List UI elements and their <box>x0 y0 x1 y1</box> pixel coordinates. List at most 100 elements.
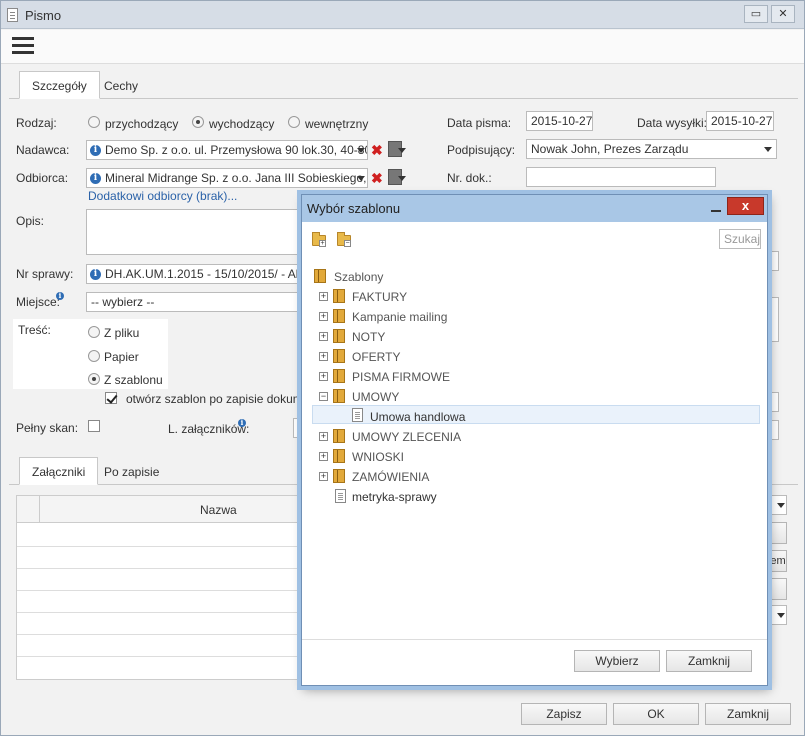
tree-item[interactable]: UMOWY ZLECENIA <box>352 430 461 444</box>
hidden-button[interactable] <box>769 522 787 544</box>
dialog-title: Wybór szablonu <box>307 201 401 216</box>
remove-badge-icon: − <box>344 240 351 247</box>
radio-papier[interactable] <box>88 350 100 362</box>
table-row <box>17 656 307 657</box>
nadawca-combo[interactable]: i Demo Sp. z o.o. ul. Przemysłowa 90 lok… <box>86 140 368 160</box>
chevron-down-icon[interactable] <box>398 176 406 181</box>
hidden-button-em[interactable]: em <box>769 550 787 572</box>
dialog-minimize-button[interactable] <box>709 202 723 214</box>
radio-z-szablonu[interactable] <box>88 373 100 385</box>
root-folder-icon <box>314 269 326 283</box>
chevron-down-icon[interactable] <box>357 148 365 153</box>
folder-icon <box>333 449 345 463</box>
miejsce-select[interactable]: -- wybierz -- <box>86 292 316 312</box>
chevron-down-icon[interactable] <box>777 613 785 618</box>
tab-zalaczniki[interactable]: Załączniki <box>19 457 99 485</box>
hidden-button[interactable] <box>769 578 787 600</box>
tree-item[interactable]: WNIOSKI <box>352 450 404 464</box>
nr-sprawy-label: Nr sprawy: <box>16 267 74 281</box>
collapse-icon[interactable]: − <box>319 392 328 401</box>
column-nazwa[interactable]: Nazwa <box>200 503 237 517</box>
folder-icon <box>333 369 345 383</box>
expand-icon[interactable]: + <box>319 432 328 441</box>
chevron-down-icon[interactable] <box>398 148 406 153</box>
tree-item[interactable]: OFERTY <box>352 350 400 364</box>
tree-item[interactable]: ZAMÓWIENIA <box>352 470 429 484</box>
tree-item[interactable]: FAKTURY <box>352 290 407 304</box>
hidden-select[interactable] <box>769 420 779 440</box>
opis-textarea[interactable] <box>86 209 316 255</box>
miejsce-label: Miejsce: <box>16 295 61 309</box>
radio-wewnetrzny[interactable] <box>288 116 300 128</box>
data-wysylki-input[interactable]: 2015-10-27 <box>706 111 774 131</box>
expand-icon[interactable]: + <box>319 472 328 481</box>
nr-dok-input[interactable] <box>526 167 716 187</box>
remove-icon[interactable]: ✖ <box>371 143 383 157</box>
info-icon: i <box>90 173 101 184</box>
radio-wewnetrzny-label: wewnętrzny <box>305 117 369 131</box>
info-icon: i <box>56 292 64 300</box>
dodatkowi-odbiorcy-link[interactable]: Dodatkowi odbiorcy (brak)... <box>88 189 237 203</box>
hidden-input[interactable] <box>769 297 779 342</box>
chevron-down-icon[interactable] <box>357 176 365 181</box>
pelny-skan-checkbox[interactable] <box>88 420 100 432</box>
podpisujacy-select[interactable]: Nowak John, Prezes Zarządu <box>526 139 777 159</box>
template-dialog: Wybór szablonu x + − Szukaj Szablony + F… <box>301 194 768 686</box>
otworz-szablon-checkbox[interactable] <box>105 392 117 404</box>
info-icon: i <box>90 269 101 280</box>
odbiorca-combo[interactable]: i Mineral Midrange Sp. z o.o. Jana III S… <box>86 168 368 188</box>
tab-szczegoly[interactable]: Szczegóły <box>19 71 100 99</box>
close-button[interactable]: ✕ <box>771 5 795 23</box>
table-row <box>17 612 307 613</box>
nr-sprawy-combo[interactable]: i DH.AK.UM.1.2015 - 15/10/2015/ - Akcep <box>86 264 316 284</box>
chevron-down-icon[interactable] <box>777 503 785 508</box>
tab-po-zapisie[interactable]: Po zapisie <box>91 457 172 485</box>
radio-przychodzacy[interactable] <box>88 116 100 128</box>
add-badge-icon: + <box>319 240 326 247</box>
tree-item[interactable]: PISMA FIRMOWE <box>352 370 450 384</box>
dialog-footer-divider <box>302 639 767 640</box>
folder-icon <box>333 469 345 483</box>
expand-icon[interactable]: + <box>319 292 328 301</box>
ok-button[interactable]: OK <box>613 703 699 725</box>
zamknij-button[interactable]: Zamknij <box>705 703 791 725</box>
dialog-close-button[interactable]: x <box>727 197 764 215</box>
chevron-down-icon[interactable] <box>764 147 772 152</box>
radio-wychodzacy[interactable] <box>192 116 204 128</box>
radio-z-szablonu-label: Z szablonu <box>104 373 163 387</box>
tab-cechy[interactable]: Cechy <box>91 71 151 99</box>
title-bar: Pismo ▭ ✕ <box>1 1 804 29</box>
hidden-select[interactable] <box>769 392 779 412</box>
hidden-input[interactable] <box>769 251 779 271</box>
nadawca-label: Nadawca: <box>16 143 70 157</box>
window-title: Pismo <box>25 8 62 23</box>
zapisz-button[interactable]: Zapisz <box>521 703 607 725</box>
search-input[interactable]: Szukaj <box>719 229 761 249</box>
expand-icon[interactable]: + <box>319 312 328 321</box>
radio-z-pliku[interactable] <box>88 326 100 338</box>
tree-item[interactable]: Kampanie mailing <box>352 310 447 324</box>
wybierz-button[interactable]: Wybierz <box>574 650 660 672</box>
document-icon <box>352 408 363 422</box>
tree-item-selected[interactable]: Umowa handlowa <box>370 410 465 424</box>
nr-dok-label: Nr. dok.: <box>447 171 492 185</box>
info-icon: i <box>238 419 246 427</box>
data-pisma-input[interactable]: 2015-10-27 <box>526 111 593 131</box>
otworz-szablon-label: otwórz szablon po zapisie dokument <box>126 392 320 406</box>
tree-item[interactable]: NOTY <box>352 330 385 344</box>
rodzaj-label: Rodzaj: <box>16 116 57 130</box>
tree-root[interactable]: Szablony <box>334 270 383 284</box>
table-row <box>17 546 307 547</box>
minimize-button[interactable]: ▭ <box>744 5 768 23</box>
tree-item[interactable]: metryka-sprawy <box>352 490 437 504</box>
dialog-zamknij-button[interactable]: Zamknij <box>666 650 752 672</box>
expand-icon[interactable]: + <box>319 372 328 381</box>
tree-item[interactable]: UMOWY <box>352 390 399 404</box>
nadawca-value: Demo Sp. z o.o. ul. Przemysłowa 90 lok.3… <box>105 143 368 157</box>
remove-icon[interactable]: ✖ <box>371 171 383 185</box>
expand-icon[interactable]: + <box>319 332 328 341</box>
expand-icon[interactable]: + <box>319 352 328 361</box>
hamburger-menu-icon[interactable] <box>12 37 34 55</box>
expand-icon[interactable]: + <box>319 452 328 461</box>
document-icon <box>335 489 346 503</box>
